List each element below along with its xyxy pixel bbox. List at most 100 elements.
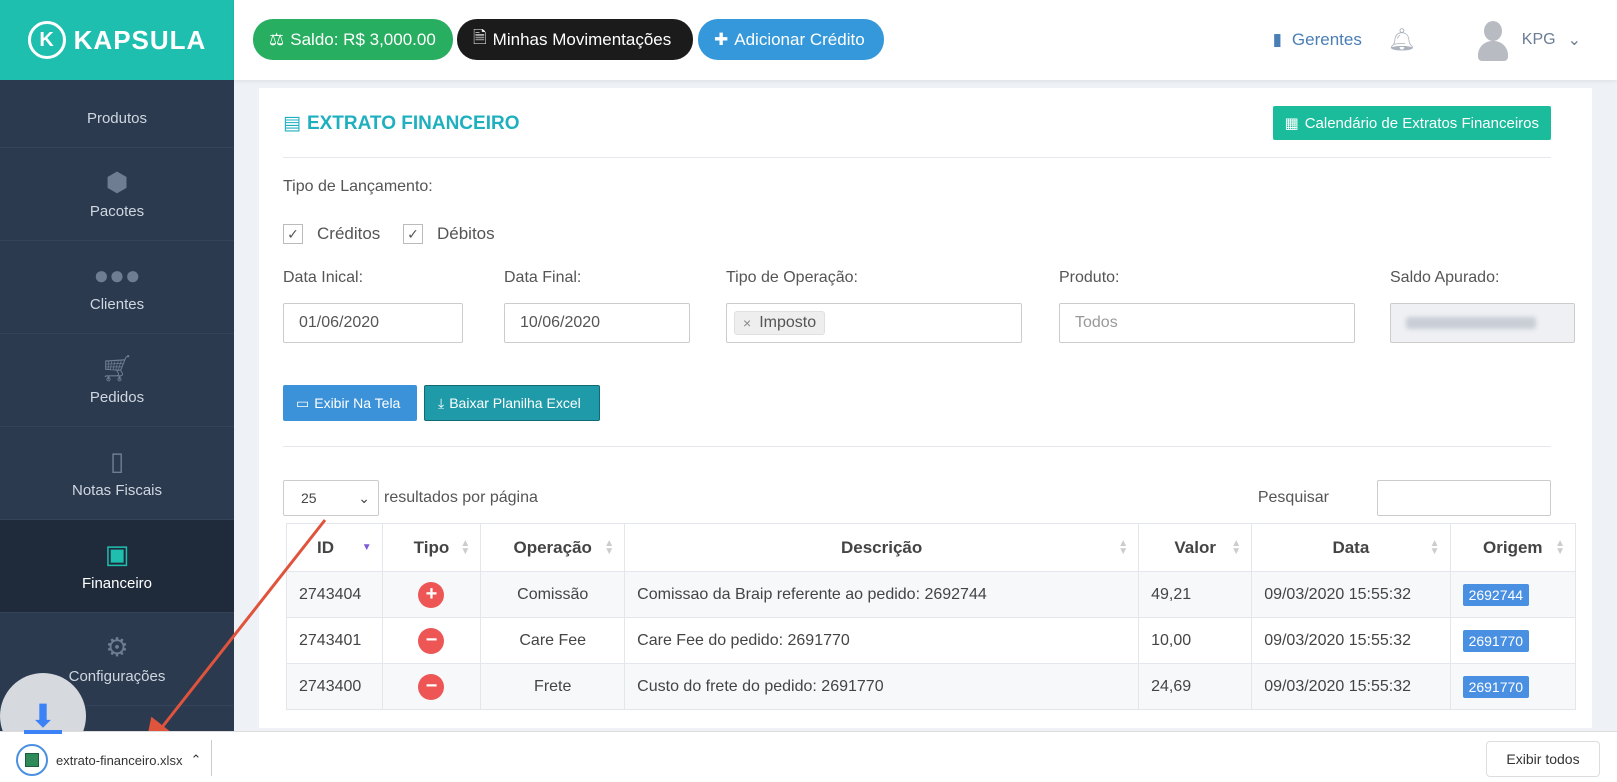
sort-icon: ▲ ▼ [1555,537,1565,557]
sidebar-item-label: Produtos [86,110,148,127]
sidebar-item-pedidos[interactable]: 🛒︎ Pedidos [0,334,234,427]
sort-icon: ▲ ▼ [1231,537,1242,557]
col-operacao[interactable]: Operação ▲ ▼ [480,523,626,572]
page-size-value: 25 [301,490,317,506]
gear-icon: ⚙︎ [105,631,129,662]
creditos-checkbox[interactable]: ✓ Créditos [283,224,380,244]
data-final-input[interactable]: 10/06/2020 [504,303,690,343]
minus-circle-icon: − [418,627,445,654]
cell-tipo: − [381,617,482,664]
download-progress [24,730,62,734]
users-icon: ●●● [93,259,141,290]
cell-operacao: Frete [480,663,626,710]
search-input[interactable] [1377,480,1551,516]
check-icon: ✓ [403,224,423,244]
cell-operacao: Care Fee [480,617,626,664]
produto-label: Produto: [1059,269,1120,286]
cell-operacao: Comissão [480,571,626,618]
movimentacoes-button[interactable]: 🗎︎ Minhas Movimentações [457,19,693,60]
cell-descricao: Custo do frete do pedido: 2691770 [624,663,1140,710]
sort-icon: ▲ ▼ [604,537,615,557]
divider [283,157,1551,158]
show-all-button[interactable]: Exibir todos [1486,741,1600,777]
table-row: 2743404 + Comissão Comissao da Braip ref… [286,571,1577,618]
calendar-icon: ▦ [1284,115,1299,132]
col-id[interactable]: ID ▼ [286,523,383,572]
balance-scale-icon: ⚖︎ [269,29,285,49]
tipo-lancamento-label: Tipo de Lançamento: [283,178,433,195]
table-header-row: ID ▼ Tipo ▲ ▼ Operação ▲ ▼ Descrição ▲ ▼ Valor ▲… [286,523,1577,572]
saldo-button[interactable]: ⚖︎ Saldo: R$ 3,000.00 [253,19,453,60]
col-data[interactable]: Data ▲ ▼ [1251,523,1451,572]
operacao-tag-label: Imposto [759,314,817,331]
cell-origem: 2691770 [1449,617,1577,664]
topbar-right: ▮ Gerentes 🔔︎ KPG ⌄ [1273,0,1617,80]
sort-desc-icon: ▼ [361,541,372,553]
sidebar-item-notas-fiscais[interactable]: ▯ Notas Fiscais [0,427,234,520]
cell-descricao: Comissao da Braip referente ao pedido: 2… [624,571,1140,618]
cell-valor: 10,00 [1138,617,1253,664]
cell-data: 09/03/2020 15:55:32 [1251,617,1451,664]
cart-icon: 🛒︎ [100,352,134,383]
col-tipo[interactable]: Tipo ▲ ▼ [381,523,482,572]
download-bar: extrato-financeiro.xlsx ⌃ Exibir todos [0,730,1617,782]
exibir-na-tela-button[interactable]: ▭ Exibir Na Tela [283,385,417,421]
user-menu[interactable]: KPG ⌄ [1476,19,1581,61]
cell-valor: 24,69 [1138,663,1253,710]
cell-tipo: − [381,663,482,710]
calendar-button[interactable]: ▦ Calendário de Extratos Financeiros [1272,106,1551,140]
col-descricao-label: Descrição [841,537,923,557]
cell-id: 2743401 [286,617,383,664]
produto-select[interactable]: Todos [1059,303,1355,343]
money-icon: ▣ [104,538,130,569]
chevron-up-icon[interactable]: ⌃ [190,752,201,768]
operacao-label: Tipo de Operação: [726,269,858,286]
col-valor[interactable]: Valor ▲ ▼ [1138,523,1253,572]
adicionar-credito-button[interactable]: ✚ Adicionar Crédito [698,19,884,60]
avatar [1476,19,1510,61]
data-inicial-label: Data Inical: [283,269,364,286]
sidebar-item-produtos[interactable]: Produtos [0,80,234,148]
topbar: ⚖︎ Saldo: R$ 3,000.00 🗎︎ Minhas Moviment… [234,0,1617,80]
page-size-select[interactable]: 25 ⌄ [283,480,379,516]
sort-icon: ▲ ▼ [1429,537,1440,557]
data-inicial-input[interactable]: 01/06/2020 [283,303,463,343]
origem-badge[interactable]: 2691770 [1462,629,1530,652]
col-tipo-label: Tipo [413,537,450,557]
download-item[interactable]: extrato-financeiro.xlsx ⌃ [16,744,201,776]
operacao-select[interactable]: × Imposto [726,303,1022,343]
debitos-checkbox[interactable]: ✓ Débitos [403,224,495,244]
origem-badge[interactable]: 2691770 [1462,675,1530,698]
remove-tag-icon[interactable]: × [743,315,751,331]
col-descricao[interactable]: Descrição ▲ ▼ [624,523,1140,572]
sort-icon: ▲ ▼ [460,537,471,557]
gerentes-label: Gerentes [1291,30,1362,49]
gerentes-link[interactable]: ▮ Gerentes [1273,30,1362,50]
sidebar-item-label: Clientes [89,295,145,313]
sidebar-item-label: Configurações [68,667,166,685]
brand-logo[interactable]: K KAPSULA [0,0,234,80]
page-title: ▤ EXTRATO FINANCEIRO [283,112,519,135]
saldo-apurado-label: Saldo Apurado: [1390,269,1500,286]
table-row: 2743401 − Care Fee Care Fee do pedido: 2… [286,617,1577,664]
exibir-label: Exibir Na Tela [314,395,401,411]
excel-file-icon [16,744,48,776]
cubes-icon: ⬢ [105,166,129,197]
col-origem[interactable]: Origem ▲ ▼ [1449,523,1577,572]
baixar-excel-button[interactable]: ⤓ Baixar Planilha Excel [424,385,600,421]
sidebar-item-financeiro[interactable]: ▣ Financeiro [0,520,234,613]
origem-badge[interactable]: 2692744 [1462,583,1530,606]
sidebar-item-clientes[interactable]: ●●● Clientes [0,241,234,334]
cell-origem: 2692744 [1449,571,1577,618]
col-data-label: Data [1332,537,1370,557]
sidebar-item-pacotes[interactable]: ⬢ Pacotes [0,148,234,241]
chevron-down-icon: ⌄ [1567,32,1581,49]
calendar-button-label: Calendário de Extratos Financeiros [1304,114,1539,132]
sidebar-item-label: Financeiro [81,574,153,592]
operacao-tag[interactable]: × Imposto [734,311,826,335]
cell-valor: 49,21 [1138,571,1253,618]
chevron-down-icon: ⌄ [358,489,370,506]
list-icon: ▤ [283,113,301,134]
bell-icon[interactable]: 🔔︎ [1388,27,1416,53]
cell-id: 2743400 [286,663,383,710]
